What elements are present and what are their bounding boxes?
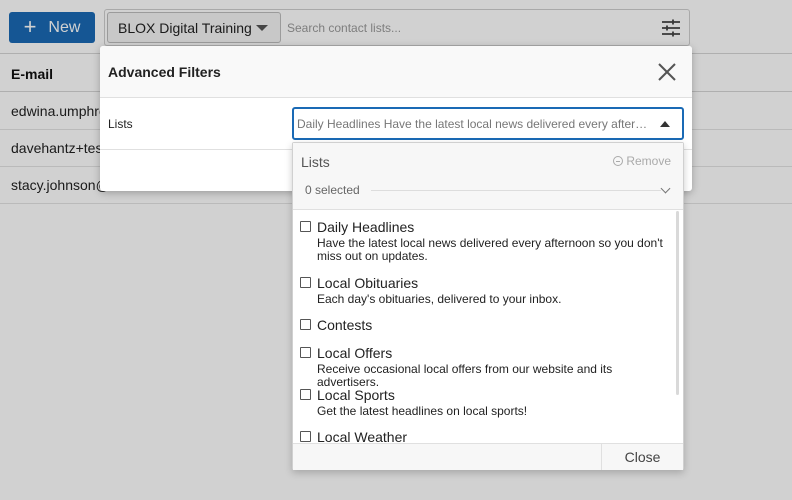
list-item-description: Each day's obituaries, delivered to your… [317, 292, 562, 306]
checkbox[interactable] [300, 277, 311, 288]
options-list: Daily Headlines Have the latest local ne… [293, 211, 683, 443]
divider [371, 190, 661, 191]
dropdown-header: Lists Remove 0 selected [293, 143, 683, 210]
lists-select-value: Daily Headlines Have the latest local ne… [297, 117, 653, 131]
lists-dropdown: Lists Remove 0 selected Daily Headlines … [292, 142, 684, 470]
dropdown-footer: Close [293, 443, 683, 470]
list-item-name: Contests [317, 317, 373, 333]
list-item[interactable]: Daily Headlines Have the latest local ne… [293, 219, 677, 263]
list-item-description: Have the latest local news delivered eve… [317, 236, 663, 263]
list-item-name: Local Sports [317, 387, 395, 403]
list-item-name: Local Obituaries [317, 275, 419, 291]
minus-circle-icon [613, 156, 624, 166]
list-item-description: Receive occasional local offers from our… [317, 362, 613, 389]
lists-select[interactable]: Daily Headlines Have the latest local ne… [292, 107, 684, 140]
checkbox[interactable] [300, 221, 311, 232]
list-item[interactable]: Local Offers Receive occasional local of… [293, 345, 677, 389]
list-item[interactable]: Local Obituaries Each day's obituaries, … [293, 275, 677, 306]
caret-up-icon [660, 121, 670, 127]
dropdown-title: Lists [301, 154, 330, 170]
checkbox[interactable] [300, 431, 311, 442]
close-icon[interactable] [658, 63, 676, 81]
list-item[interactable]: Contests [293, 317, 677, 335]
selected-count[interactable]: 0 selected [305, 183, 360, 197]
list-item-description: Get the latest headlines on local sports… [317, 404, 528, 418]
list-item[interactable]: Local Sports Get the latest headlines on… [293, 387, 677, 418]
close-button[interactable]: Close [601, 444, 683, 470]
list-item-name: Local Offers [317, 345, 393, 361]
remove-label: Remove [626, 154, 671, 168]
list-item-name: Local Weather [317, 429, 408, 443]
modal-header: Advanced Filters [100, 46, 692, 98]
list-item[interactable]: Local Weather [293, 429, 677, 443]
scrollbar[interactable] [676, 211, 679, 395]
checkbox[interactable] [300, 347, 311, 358]
list-item-name: Daily Headlines [317, 219, 415, 235]
chevron-down-icon[interactable] [660, 183, 671, 194]
lists-label: Lists [108, 117, 133, 131]
checkbox[interactable] [300, 389, 311, 400]
modal-title: Advanced Filters [108, 64, 221, 80]
remove-button[interactable]: Remove [613, 154, 671, 168]
checkbox[interactable] [300, 319, 311, 330]
